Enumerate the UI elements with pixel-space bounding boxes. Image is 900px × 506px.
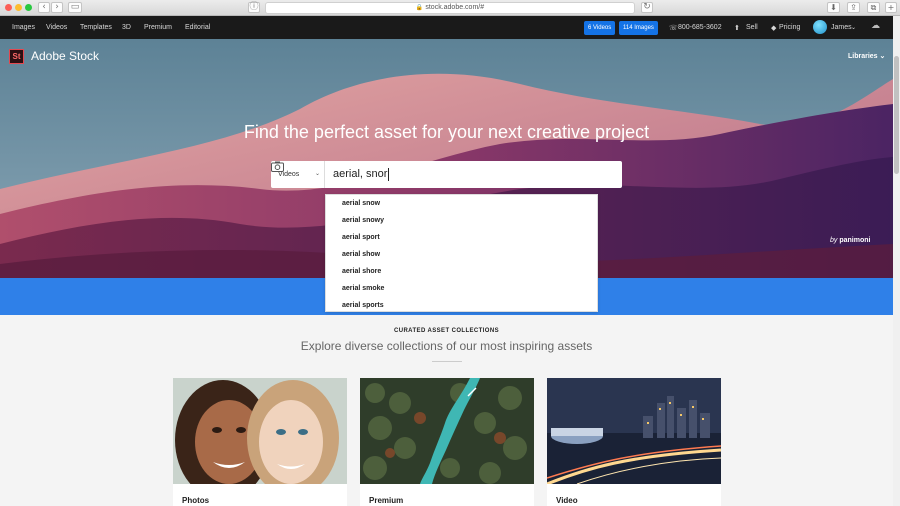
page-scrollbar[interactable] — [893, 16, 900, 506]
reload-icon[interactable]: ↻ — [641, 2, 653, 13]
search-type-value: Videos — [278, 171, 300, 178]
brand-name[interactable]: Adobe Stock — [31, 49, 99, 63]
collections-label: CURATED ASSET COLLECTIONS — [393, 328, 499, 334]
search-box: Videos ⌄ aerial, snor — [271, 161, 622, 188]
suggestion-item[interactable]: aerial snow — [342, 200, 380, 207]
minimize-window-button[interactable] — [15, 4, 22, 11]
search-suggestions: aerial snow aerial snowy aerial sport ae… — [325, 194, 598, 312]
collection-card-premium[interactable]: Premium — [360, 378, 534, 506]
phone-icon: ☏ — [669, 25, 678, 32]
photo-credit[interactable]: by panimoni — [830, 237, 870, 244]
libraries-menu[interactable]: Libraries ⌄ — [848, 52, 885, 60]
url-text: stock.adobe.com/# — [425, 4, 485, 11]
nav-templates[interactable]: Templates — [80, 24, 112, 31]
address-bar[interactable]: 🔒 stock.adobe.com/# — [265, 2, 635, 14]
chevron-down-icon: ⌄ — [879, 53, 886, 60]
sell-icon: ⬆ — [734, 25, 740, 32]
chevron-down-icon: ⌄ — [314, 171, 320, 177]
images-cart-button[interactable]: 114 Images — [619, 21, 658, 35]
new-tab-icon[interactable]: + — [885, 2, 897, 13]
info-icon[interactable]: ⓘ — [248, 2, 260, 13]
user-menu[interactable]: James — [831, 24, 852, 31]
lock-icon: 🔒 — [415, 5, 424, 11]
card-label: Premium — [369, 496, 404, 505]
camera-icon[interactable] — [271, 161, 284, 172]
tabs-icon[interactable]: ⧉ — [867, 2, 880, 13]
suggestion-item[interactable]: aerial smoke — [342, 285, 384, 292]
suggestion-item[interactable]: aerial sport — [342, 234, 380, 241]
card-label: Video — [556, 496, 578, 505]
credit-name: panimoni — [839, 237, 871, 244]
share-icon[interactable]: ⇪ — [847, 2, 860, 13]
suggestion-item[interactable]: aerial snowy — [342, 217, 384, 224]
forward-button[interactable]: › — [51, 2, 63, 13]
close-window-button[interactable] — [5, 4, 12, 11]
phone-number[interactable]: 800-685-3602 — [678, 24, 722, 31]
chevron-down-icon[interactable]: ⌄ — [851, 24, 856, 31]
sidebar-icon[interactable]: ▭ — [68, 2, 82, 13]
photos-thumbnail — [173, 378, 347, 484]
collection-card-video[interactable]: Video — [547, 378, 721, 506]
nav-premium[interactable]: Premium — [144, 24, 172, 31]
scrollbar-thumb[interactable] — [894, 56, 899, 174]
text-cursor — [388, 167, 390, 181]
nav-images[interactable]: Images — [12, 24, 35, 31]
zoom-window-button[interactable] — [25, 4, 32, 11]
libraries-label: Libraries — [848, 53, 878, 60]
search-query: aerial, snor — [333, 168, 388, 180]
collection-card-photos[interactable]: Photos — [173, 378, 347, 506]
nav-videos[interactable]: Videos — [46, 24, 67, 31]
suggestion-item[interactable]: aerial sports — [342, 302, 384, 309]
nav-3d[interactable]: 3D — [122, 24, 131, 31]
suggestion-item[interactable]: aerial shore — [342, 268, 381, 275]
pricing-link[interactable]: Pricing — [779, 24, 800, 31]
back-button[interactable]: ‹ — [38, 2, 50, 13]
card-label: Photos — [182, 496, 210, 505]
credit-by: by — [830, 237, 838, 244]
creative-cloud-icon[interactable]: ☁ — [871, 22, 880, 31]
nav-editorial[interactable]: Editorial — [185, 24, 210, 31]
browser-toolbar: ‹ › ▭ ⓘ 🔒 stock.adobe.com/# ↻ ⬇ ⇪ ⧉ + — [0, 0, 900, 16]
video-thumbnail — [547, 378, 721, 484]
sell-link[interactable]: Sell — [746, 24, 758, 31]
hero-title: Find the perfect asset for your next cre… — [243, 122, 650, 142]
download-icon[interactable]: ⬇ — [827, 2, 840, 13]
avatar[interactable] — [813, 20, 827, 34]
search-input[interactable]: aerial, snor — [333, 161, 593, 188]
top-navigation: Images Videos Templates 3D Premium Edito… — [0, 16, 893, 39]
suggestion-item[interactable]: aerial show — [342, 251, 380, 258]
videos-cart-button[interactable]: 6 Videos — [584, 21, 616, 35]
adobe-stock-logo[interactable]: St — [9, 49, 24, 64]
divider — [432, 361, 462, 362]
premium-thumbnail — [360, 378, 534, 484]
tag-icon: ◆ — [771, 25, 777, 32]
collections-title: Explore diverse collections of our most … — [300, 339, 593, 353]
